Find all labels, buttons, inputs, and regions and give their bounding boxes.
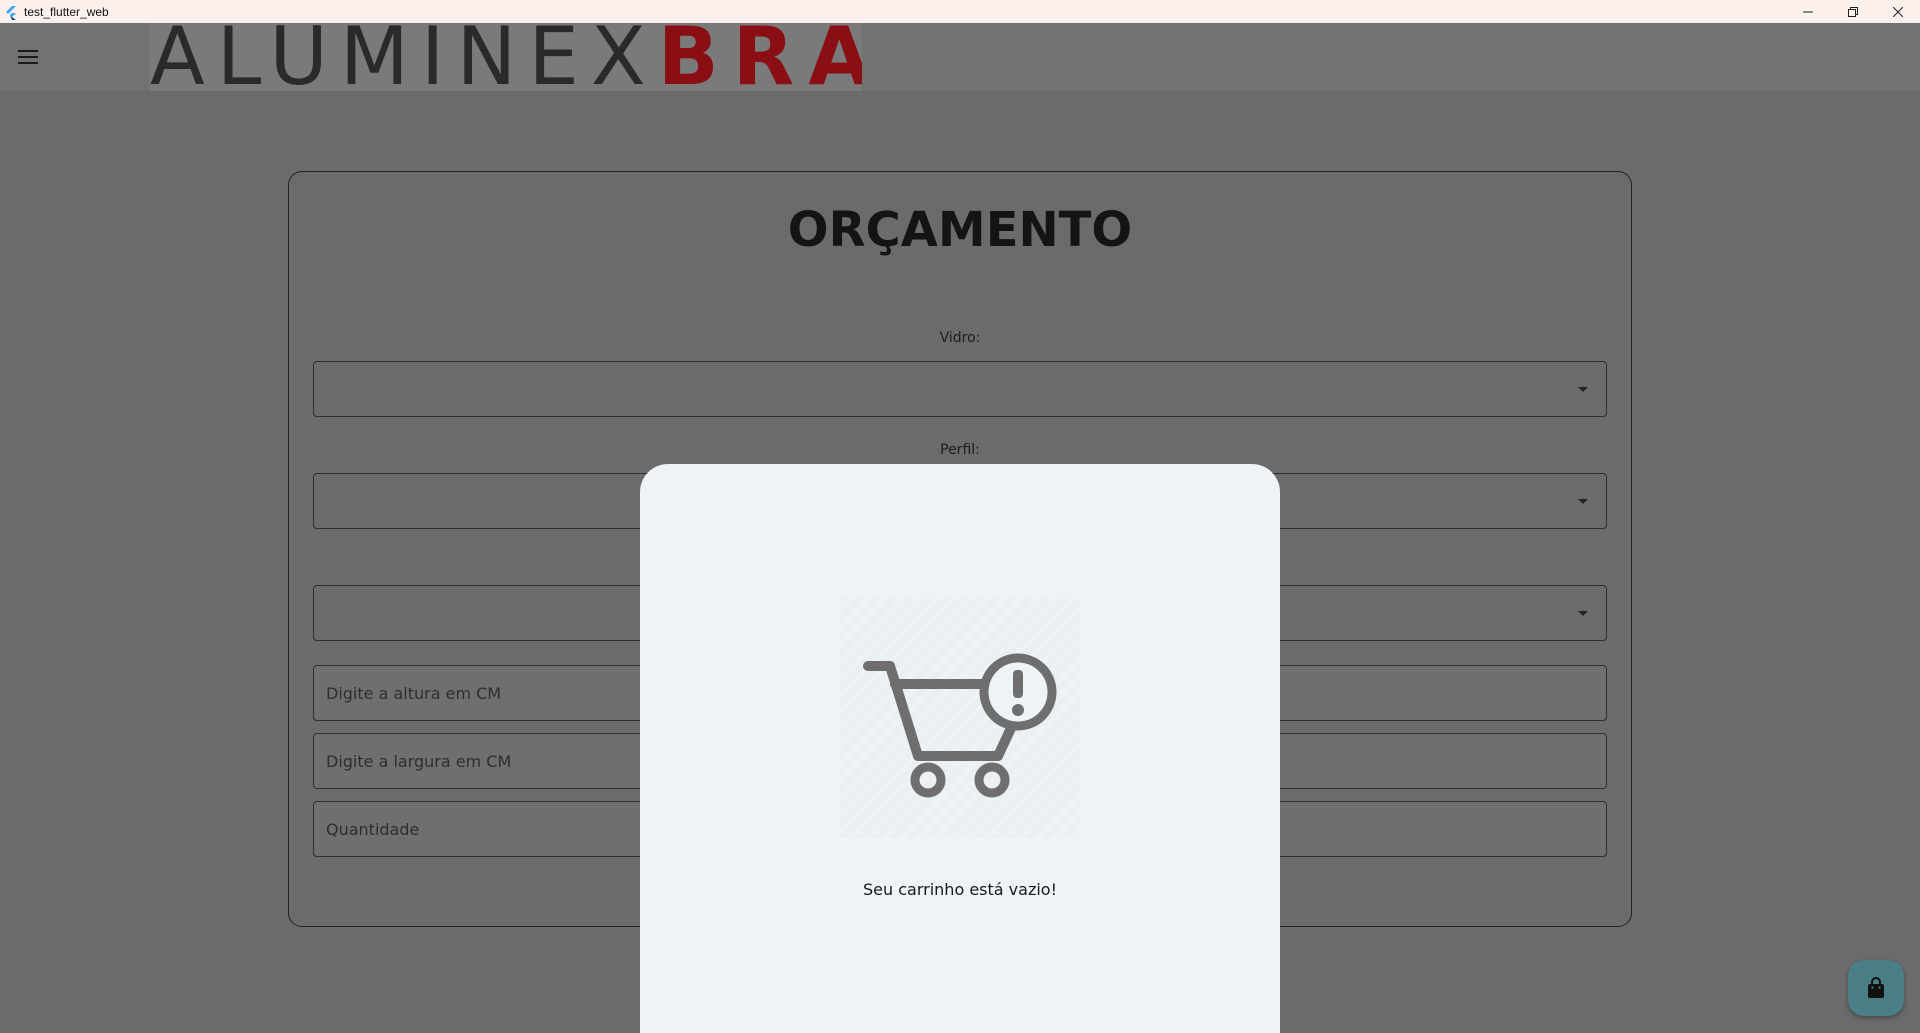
- window-controls: [1785, 0, 1920, 23]
- cart-bottom-sheet: Seu carrinho está vazio!: [640, 464, 1280, 1033]
- chevron-down-icon: [1578, 387, 1588, 392]
- close-button[interactable]: [1875, 0, 1920, 23]
- restore-button[interactable]: [1830, 0, 1875, 23]
- restore-icon: [1847, 6, 1858, 17]
- window-titlebar: test_flutter_web: [0, 0, 1920, 23]
- minimize-icon: [1802, 11, 1813, 12]
- empty-cart-illustration: [840, 598, 1080, 838]
- empty-cart-alert-icon: [863, 653, 1057, 798]
- hamburger-menu-icon: [18, 50, 38, 64]
- flutter-icon: [4, 5, 18, 20]
- window-title: test_flutter_web: [24, 4, 109, 19]
- chevron-down-icon: [1578, 499, 1588, 504]
- logo-text-brasil: BRASIL: [657, 23, 862, 91]
- shopping-bag-icon: [1868, 977, 1884, 998]
- vidro-dropdown[interactable]: [313, 361, 1607, 417]
- app-bar: ALUMINEXBRASIL: [0, 23, 1920, 91]
- perfil-label: Perfil:: [940, 442, 980, 458]
- page-title: ORÇAMENTO: [787, 202, 1133, 258]
- menu-button[interactable]: [12, 43, 44, 71]
- minimize-button[interactable]: [1785, 0, 1830, 23]
- close-icon: [1892, 6, 1903, 17]
- chevron-down-icon: [1578, 611, 1588, 616]
- aluminex-brasil-logo: ALUMINEXBRASIL: [150, 23, 862, 91]
- cart-fab-button[interactable]: [1848, 960, 1904, 1016]
- vidro-label: Vidro:: [939, 330, 981, 346]
- logo-text-aluminex: ALUMINEX: [150, 23, 658, 91]
- empty-cart-message: Seu carrinho está vazio!: [863, 880, 1057, 899]
